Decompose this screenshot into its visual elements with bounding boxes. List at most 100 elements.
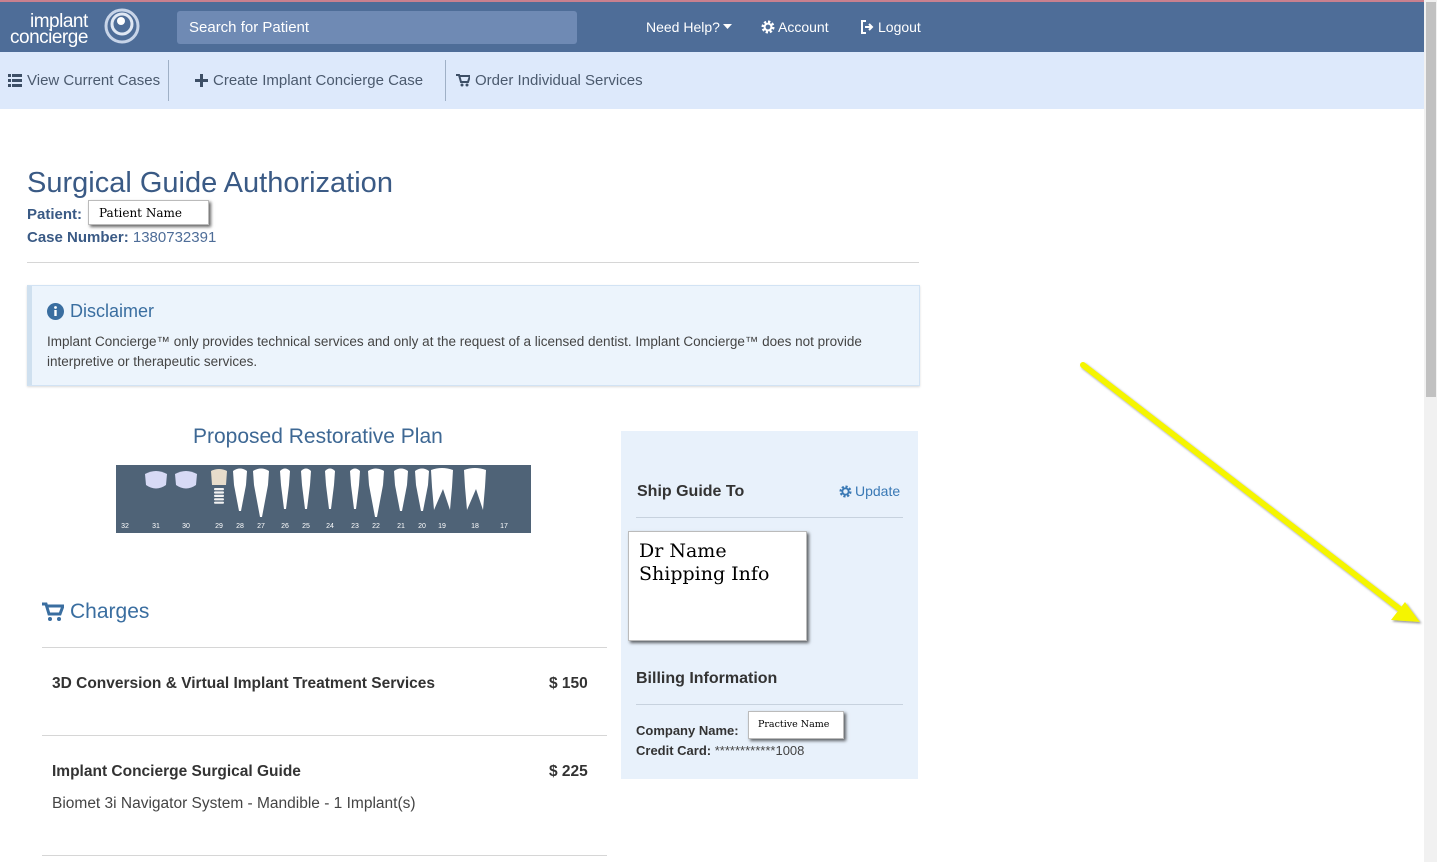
top-navbar: implant concierge Need Help? Account Log… [0, 0, 1424, 52]
list-icon [8, 74, 22, 87]
tooth-premolar [394, 468, 408, 511]
charge-item-price: $ 225 [549, 763, 588, 780]
account-link[interactable]: Account [761, 19, 829, 35]
page-title: Surgical Guide Authorization [27, 167, 393, 199]
charges-title: Charges [70, 600, 150, 623]
patient-name-note: Patient Name [88, 200, 209, 225]
charge-item-price: $ 150 [549, 675, 588, 692]
tooth-incisor [350, 468, 360, 509]
tooth-number-label: 29 [215, 523, 223, 530]
ship-guide-title: Ship Guide To [637, 483, 745, 500]
tooth-number-label: 23 [351, 523, 359, 530]
charge-item-name: Implant Concierge Surgical Guide [52, 763, 301, 780]
tooth-incisor [280, 468, 290, 509]
patient-label: Patient: [27, 206, 83, 223]
case-number-label: Case Number: [27, 229, 129, 246]
tooth-number-label: 25 [302, 523, 310, 530]
practice-name-note: Practive Name [748, 711, 844, 739]
update-shipping-link[interactable]: Update [839, 483, 900, 499]
charges-heading: Charges [42, 600, 149, 624]
tooth-number-label: 31 [152, 523, 160, 530]
charge-item-detail: Biomet 3i Navigator System - Mandible - … [52, 795, 416, 812]
company-name-field: Company Name: [636, 723, 739, 738]
tooth-premolar [415, 468, 429, 511]
logout-icon [861, 20, 874, 34]
order-services-link[interactable]: Order Individual Services [456, 72, 643, 89]
need-help-dropdown[interactable]: Need Help? [646, 19, 732, 35]
tooth-number-label: 28 [236, 523, 244, 530]
tooth-premolar [233, 468, 247, 511]
nav-divider [168, 60, 169, 101]
charge-item-name: 3D Conversion & Virtual Implant Treatmen… [52, 675, 436, 692]
divider [42, 647, 607, 648]
cart-icon [42, 602, 64, 621]
case-number-field: Case Number: 1380732391 [27, 229, 216, 246]
logout-link[interactable]: Logout [860, 19, 921, 35]
view-current-cases-link[interactable]: View Current Cases [8, 72, 160, 89]
need-help-label: Need Help? [646, 19, 720, 35]
create-case-label: Create Implant Concierge Case [213, 72, 424, 89]
divider [42, 855, 607, 856]
implant-post [214, 491, 224, 494]
pontic-tooth [145, 471, 167, 489]
update-label: Update [855, 483, 901, 499]
tooth-number-label: 17 [500, 523, 508, 530]
disclaimer-box: Disclaimer Implant Concierge™ only provi… [27, 285, 920, 386]
shipping-info-note: Dr Name Shipping Info [628, 531, 807, 641]
nav-divider [445, 60, 446, 101]
implant-post [214, 501, 224, 504]
implant-post [214, 494, 224, 497]
logout-label: Logout [878, 19, 921, 35]
credit-card-value: ************1008 [714, 743, 805, 758]
tooth-number-label: 30 [182, 523, 190, 530]
credit-card-field: Credit Card: ************1008 [636, 743, 804, 758]
search-input[interactable] [177, 11, 577, 44]
implant-post [214, 488, 224, 491]
plus-icon [195, 74, 208, 87]
company-name-label: Company Name: [636, 723, 739, 738]
logo[interactable]: implant concierge [10, 8, 140, 50]
caret-down-icon [722, 24, 732, 29]
implant-post [214, 498, 224, 501]
credit-card-label: Credit Card: [636, 743, 712, 758]
implant-crown [211, 469, 227, 485]
molar-tooth [431, 468, 453, 510]
divider [636, 704, 903, 705]
tooth-number-label: 19 [438, 523, 446, 530]
molar-tooth [464, 468, 486, 510]
tooth-number-label: 32 [121, 523, 129, 530]
order-services-label: Order Individual Services [475, 72, 643, 89]
create-case-link[interactable]: Create Implant Concierge Case [195, 72, 423, 89]
tooth-number-label: 18 [471, 523, 479, 530]
disclaimer-title: Disclaimer [70, 301, 155, 321]
tooth-number-label: 27 [257, 523, 265, 530]
disclaimer-text: Implant Concierge™ only provides technic… [47, 334, 862, 369]
tooth-number-label: 24 [326, 523, 334, 530]
view-current-cases-label: View Current Cases [27, 72, 161, 89]
scrollbar-thumb[interactable] [1426, 2, 1436, 397]
divider [636, 517, 903, 518]
secondary-navbar: View Current Cases Create Implant Concie… [0, 52, 1424, 109]
gear-icon [761, 20, 775, 34]
tooth-number-label: 21 [397, 523, 405, 530]
annotation-arrow [1080, 362, 1420, 622]
shipping-note-line: Shipping Info [639, 563, 770, 585]
patient-field: Patient: [27, 206, 82, 223]
pontic-tooth [175, 471, 197, 489]
tooth-incisor [325, 468, 335, 509]
tooth-number-label: 20 [418, 523, 426, 530]
info-icon [47, 303, 64, 320]
tooth-chart: 32 31 30 29 28 27 26 25 24 23 22 21 20 19 18 17 [116, 465, 531, 533]
restorative-plan-title: Proposed Restorative Plan [193, 425, 443, 448]
disclaimer-heading: Disclaimer [47, 301, 154, 322]
case-number-value: 1380732391 [132, 229, 217, 246]
account-label: Account [778, 19, 829, 35]
logo-text-concierge: concierge [10, 27, 88, 48]
billing-info-title: Billing Information [636, 670, 778, 687]
shipping-note-line: Dr Name [639, 540, 727, 562]
gear-icon [839, 484, 852, 498]
tooth-canine [253, 468, 269, 517]
tooth-number-label: 26 [281, 523, 289, 530]
logo-swirl-icon [104, 8, 140, 44]
tooth-canine [368, 468, 384, 517]
